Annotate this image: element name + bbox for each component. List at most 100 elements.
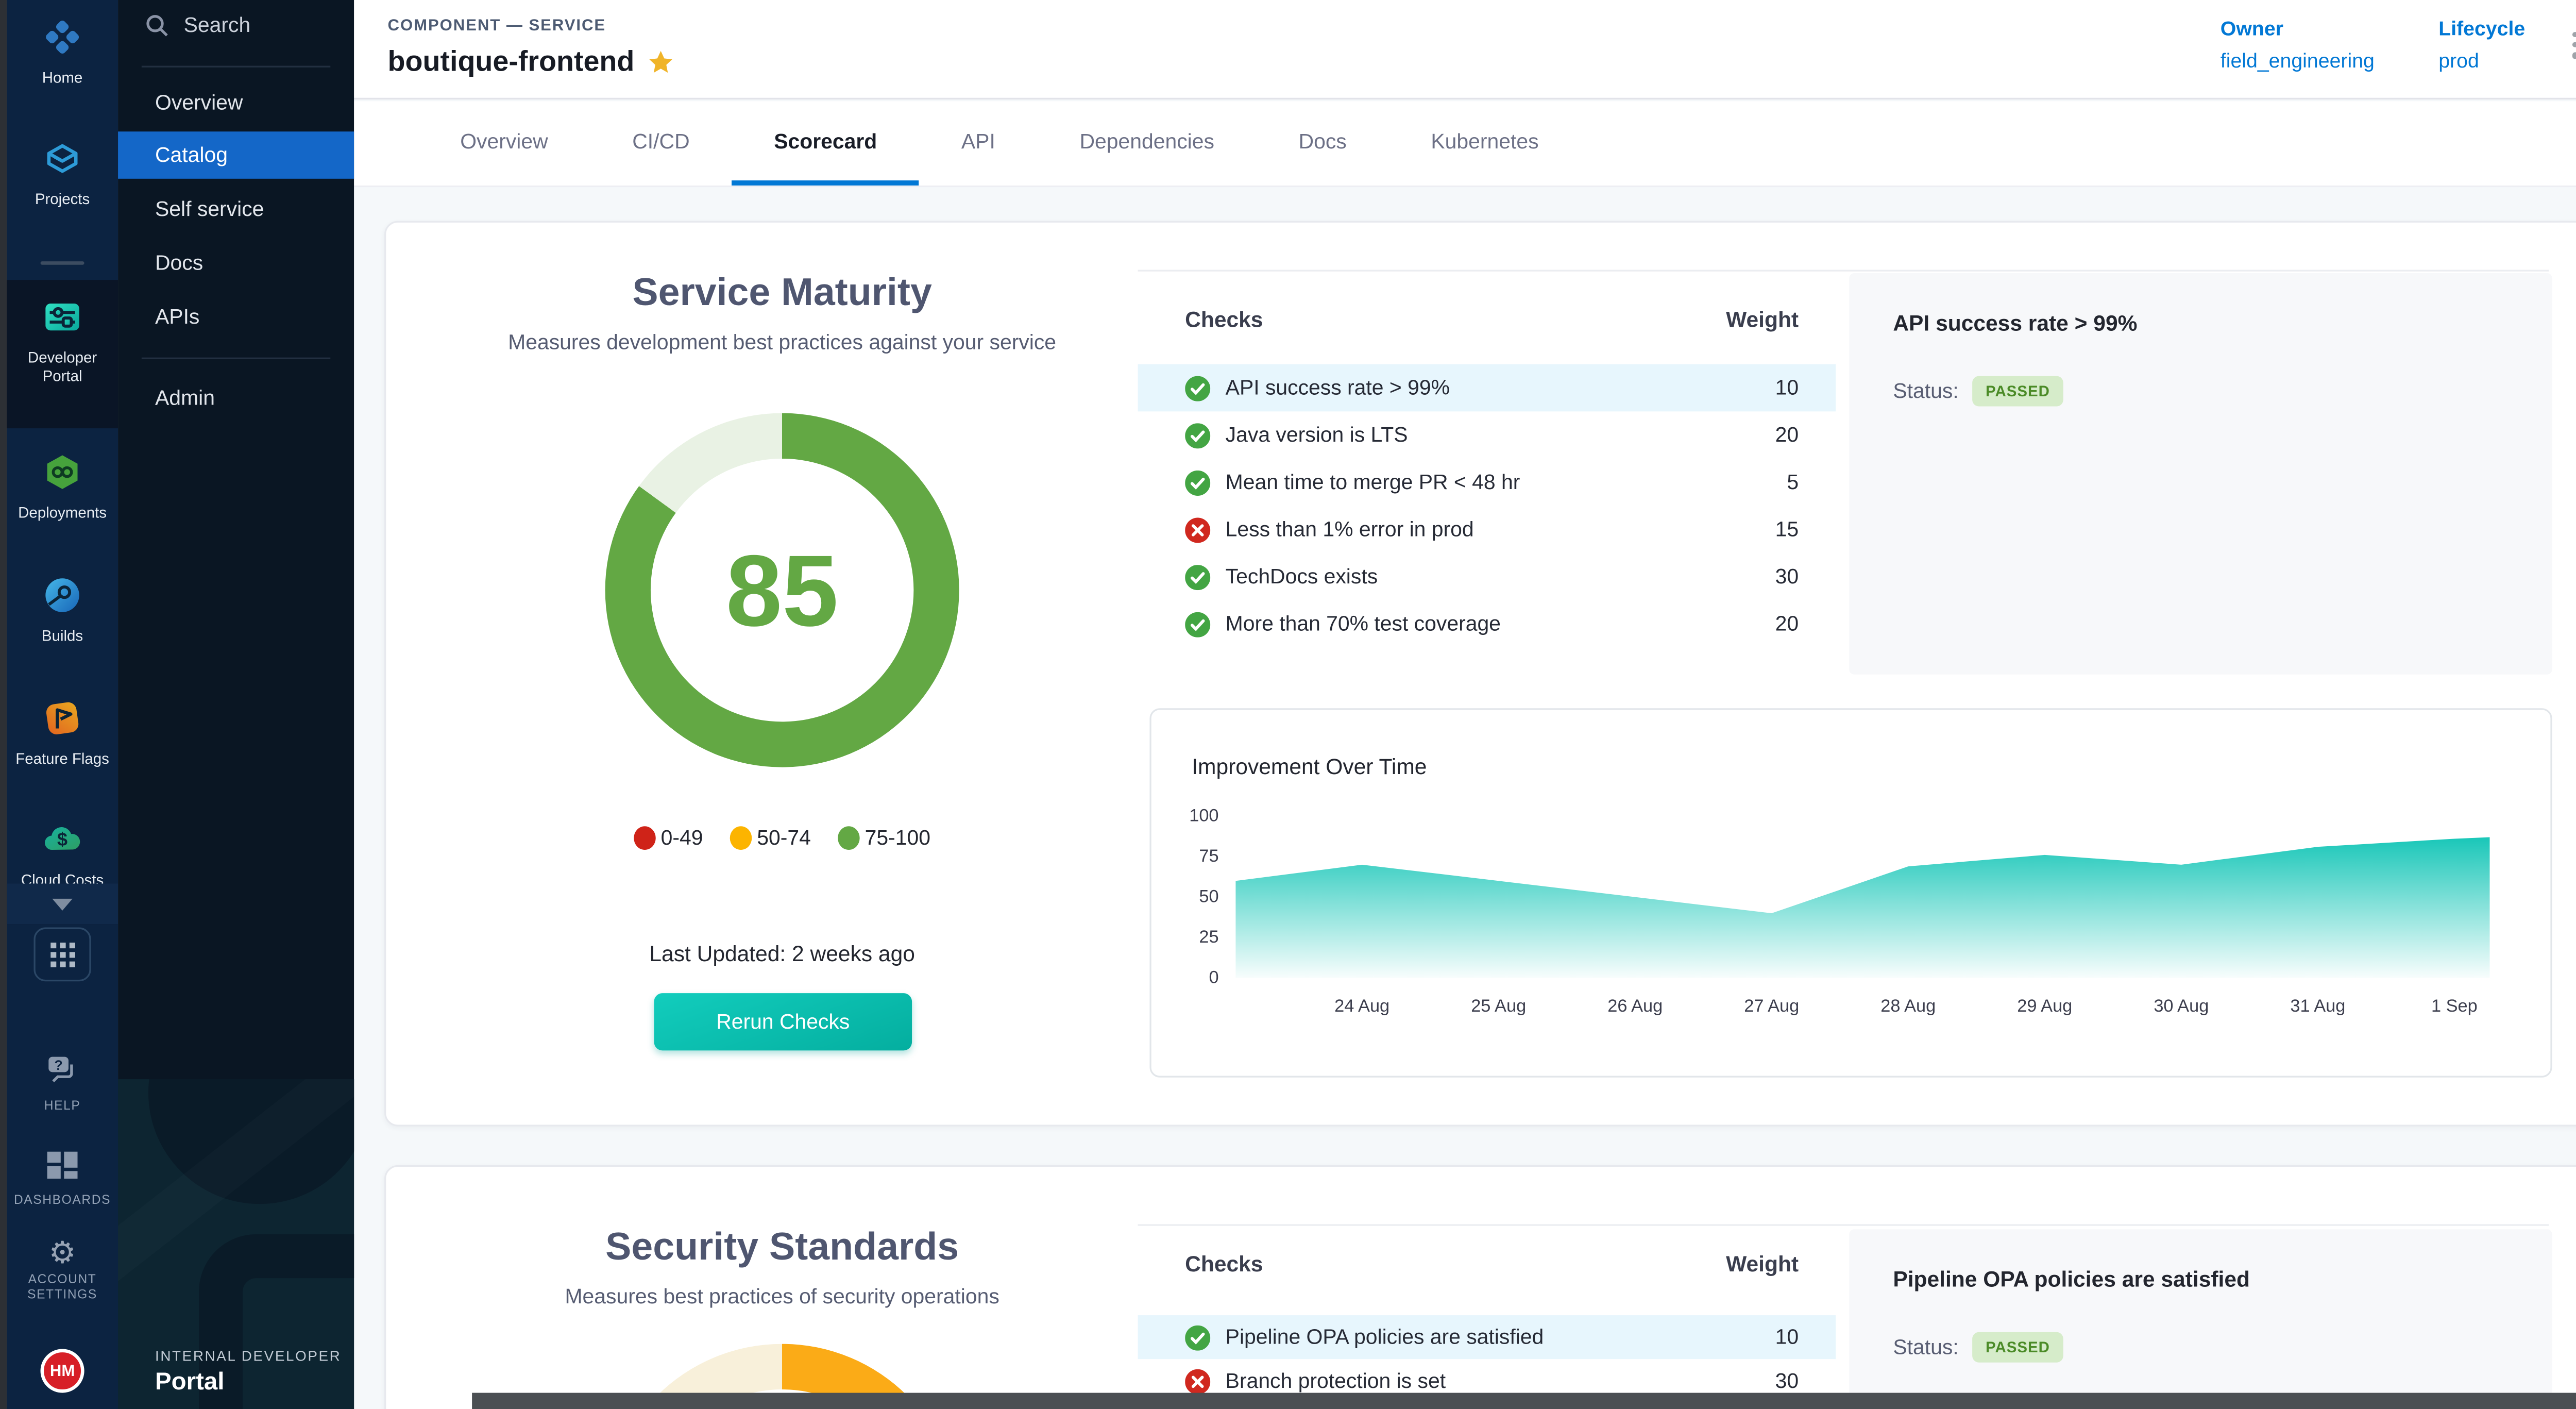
chevron-down-icon [52, 899, 72, 911]
check-detail-panel: Pipeline OPA policies are satisfied Stat… [1849, 1229, 2552, 1409]
rail-item-dashboards[interactable]: DASHBOARDS [7, 1150, 118, 1207]
search-icon [145, 13, 168, 37]
entity-header: COMPONENT — SERVICE boutique-frontend Ow… [354, 0, 2576, 99]
rail-item-account-settings[interactable]: ⚙ ACCOUNT SETTINGS [7, 1238, 118, 1302]
rail-item-label: DASHBOARDS [7, 1192, 118, 1207]
tab-overview[interactable]: Overview [418, 101, 590, 186]
user-avatar[interactable]: HM [41, 1349, 84, 1393]
tab-dependencies[interactable]: Dependencies [1038, 101, 1257, 186]
legend-item: 75-100 [838, 826, 930, 850]
tab-api[interactable]: API [919, 101, 1038, 186]
horizontal-scrollbar[interactable] [472, 1392, 2576, 1409]
kebab-menu-icon[interactable] [2562, 32, 2576, 65]
scorecard-content: Service Maturity Measures development be… [354, 189, 2576, 1409]
tab-docs[interactable]: Docs [1257, 101, 1389, 186]
y-tick-label: 0 [1151, 968, 1219, 988]
check-pass-icon [1185, 1324, 1210, 1350]
tab-scorecard[interactable]: Scorecard [732, 101, 919, 186]
divider [142, 66, 330, 68]
check-row[interactable]: More than 70% test coverage20 [1138, 600, 1836, 648]
rail-item-help[interactable]: ? HELP [7, 1052, 118, 1113]
service-maturity-card: Service Maturity Measures development be… [384, 221, 2576, 1127]
check-pass-icon [1185, 611, 1210, 636]
rail-expander[interactable] [7, 883, 118, 924]
sidebar-item-catalog[interactable]: Catalog [118, 131, 354, 179]
sidebar-item-self-service[interactable]: Self service [118, 186, 354, 233]
breadcrumb: COMPONENT — SERVICE [388, 17, 606, 36]
check-row[interactable]: Less than 1% error in prod15 [1138, 506, 1836, 553]
check-row[interactable]: API success rate > 99%10 [1138, 364, 1836, 412]
rerun-checks-button[interactable]: Rerun Checks [654, 993, 912, 1050]
x-tick-label: 27 Aug [1721, 997, 1822, 1017]
page-title: boutique-frontend [388, 45, 635, 79]
sidebar-item-overview[interactable]: Overview [118, 79, 354, 127]
check-row[interactable]: Java version is LTS20 [1138, 411, 1836, 459]
detail-title: API success rate > 99% [1893, 310, 2137, 336]
home-icon [42, 17, 83, 58]
rail-item-label: HELP [7, 1098, 118, 1113]
rail-item-cloud-costs[interactable]: $ Cloud Costs [7, 819, 118, 888]
portal-sidebar: Search Overview Catalog Self service Doc… [118, 0, 354, 1409]
search-input[interactable]: Search [145, 13, 250, 37]
x-tick-label: 24 Aug [1312, 997, 1413, 1017]
dashboards-icon [45, 1150, 79, 1180]
scorecard-title: Service Maturity [386, 270, 1178, 315]
rail-item-feature-flags[interactable]: Feature Flags [7, 698, 118, 767]
favorite-star-icon[interactable] [648, 49, 675, 76]
weight-column-header: Weight [1726, 307, 1799, 332]
x-tick-label: 30 Aug [2131, 997, 2232, 1017]
detail-title: Pipeline OPA policies are satisfied [1893, 1266, 2250, 1291]
check-pass-icon [1185, 469, 1210, 495]
builds-icon [42, 575, 83, 616]
rail-item-projects[interactable]: Projects [7, 138, 118, 207]
legend-item: 50-74 [730, 826, 811, 850]
lifecycle-value[interactable]: prod [2438, 49, 2525, 73]
maturity-gauge: 85 [605, 413, 959, 767]
y-tick-label: 75 [1151, 846, 1219, 866]
check-row[interactable]: Pipeline OPA policies are satisfied10 [1138, 1315, 1836, 1359]
tab-cicd[interactable]: CI/CD [590, 101, 732, 186]
checks-table: Checks Weight API success rate > 99%10 J… [1138, 270, 1836, 363]
status-label: Status: [1893, 1335, 1958, 1359]
check-detail-panel: API success rate > 99% Status: PASSED [1849, 273, 2552, 675]
divider [142, 358, 330, 359]
rail-item-deployments[interactable]: Deployments [7, 452, 118, 521]
window-edge [0, 0, 7, 1409]
feature-flags-icon [42, 698, 83, 739]
rail-item-label: SETTINGS [7, 1286, 118, 1301]
sidebar-item-admin[interactable]: Admin [118, 374, 354, 422]
brand-name: Portal [155, 1368, 224, 1395]
x-tick-label: 25 Aug [1448, 997, 1549, 1017]
check-row[interactable]: Mean time to merge PR < 48 hr5 [1138, 459, 1836, 506]
check-pass-icon [1185, 423, 1210, 448]
y-tick-label: 25 [1151, 928, 1219, 948]
legend-dot-red [634, 826, 656, 850]
rail-item-developer-portal[interactable]: Developer Portal [7, 297, 118, 386]
check-row[interactable]: TechDocs exists30 [1138, 553, 1836, 600]
rail-item-home[interactable]: Home [7, 17, 118, 86]
sidebar-item-docs[interactable]: Docs [118, 240, 354, 287]
gauge-legend: 0-49 50-74 75-100 [386, 826, 1178, 850]
y-tick-label: 50 [1151, 887, 1219, 907]
cloud-costs-icon: $ [42, 819, 83, 860]
owner-value[interactable]: field_engineering [2221, 49, 2375, 73]
projects-icon [42, 138, 83, 179]
owner-meta: Owner field_engineering [2221, 17, 2375, 73]
main-area: COMPONENT — SERVICE boutique-frontend Ow… [354, 0, 2576, 1409]
svg-text:$: $ [57, 829, 67, 850]
rail-item-builds[interactable]: Builds [7, 575, 118, 644]
checks-table: Checks Weight Pipeline OPA policies are … [1138, 1224, 1836, 1300]
check-fail-icon [1185, 517, 1210, 542]
svg-text:?: ? [54, 1058, 62, 1073]
tab-kubernetes[interactable]: Kubernetes [1389, 101, 1581, 186]
rail-item-label: Projects [7, 191, 118, 208]
rail-item-label: Developer Portal [7, 349, 118, 386]
x-tick-label: 31 Aug [2267, 997, 2368, 1017]
sidebar-item-apis[interactable]: APIs [118, 293, 354, 341]
module-grid-icon [50, 942, 75, 967]
lifecycle-meta: Lifecycle prod [2438, 17, 2525, 73]
scorecard-title: Security Standards [386, 1224, 1178, 1269]
module-picker-button[interactable] [33, 928, 91, 982]
x-tick-label: 26 Aug [1585, 997, 1686, 1017]
last-updated-text: Last Updated: 2 weeks ago [386, 941, 1178, 966]
